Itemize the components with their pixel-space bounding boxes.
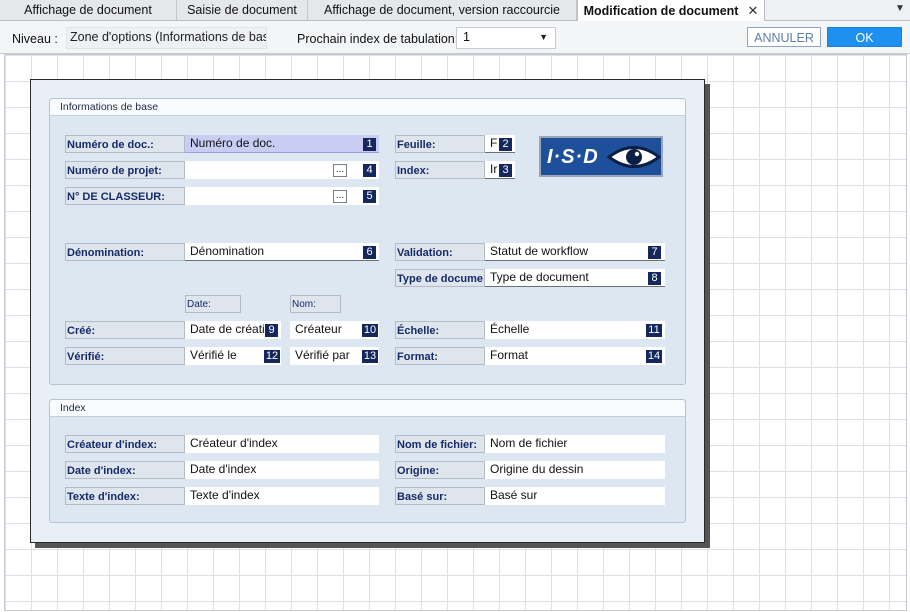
echelle-label: Échelle: <box>395 321 485 339</box>
tab-affichage-document[interactable]: Affichage de document <box>0 0 177 20</box>
isd-logo: I·S·D <box>539 136 663 177</box>
ok-button[interactable]: OK <box>827 27 902 47</box>
niveau-field[interactable]: Zone d'options (Informations de bas <box>66 27 267 49</box>
origine-field[interactable]: Origine du dessin <box>485 461 665 479</box>
texte-index-field[interactable]: Texte d'index <box>185 487 379 505</box>
tab-index-badge: 2 <box>499 138 512 151</box>
document-tab-bar: Affichage de document Saisie de document… <box>0 0 910 21</box>
eye-icon <box>607 146 661 168</box>
toolbar: Niveau : Zone d'options (Informations de… <box>0 21 910 54</box>
base-sur-label: Basé sur: <box>395 487 485 505</box>
tab-index-badge: 8 <box>648 272 661 285</box>
tab-index-badge: 5 <box>363 190 376 203</box>
tab-index-label: Prochain index de tabulation: <box>297 32 459 46</box>
type-document-label: Type de docume <box>395 269 485 287</box>
nom-fichier-label: Nom de fichier: <box>395 435 485 453</box>
classeur-field[interactable] <box>185 187 379 205</box>
tab-index-badge: 1 <box>363 138 376 151</box>
date-index-field[interactable]: Date d'index <box>185 461 379 479</box>
cancel-button[interactable]: ANNULER <box>747 27 821 47</box>
tab-index-badge: 13 <box>362 350 378 363</box>
date-column-header: Date: <box>185 295 241 313</box>
tab-index-badge: 4 <box>363 164 376 177</box>
nom-fichier-field[interactable]: Nom de fichier <box>485 435 665 453</box>
browse-button[interactable]: ... <box>333 164 347 177</box>
nom-column-header: Nom: <box>290 295 341 313</box>
feuille-label: Feuille: <box>395 135 485 153</box>
tab-index-badge: 12 <box>264 350 280 363</box>
tab-saisie-document[interactable]: Saisie de document <box>177 0 308 20</box>
tab-index-badge: 9 <box>265 324 278 337</box>
denomination-field[interactable]: Dénomination <box>185 243 379 261</box>
createur-index-field[interactable]: Créateur d'index <box>185 435 379 453</box>
numero-doc-label: Numéro de doc.: <box>65 135 185 153</box>
tab-index-badge: 6 <box>363 246 376 259</box>
base-sur-field[interactable]: Basé sur <box>485 487 665 505</box>
createur-index-label: Créateur d'index: <box>65 435 185 453</box>
tab-label: Affichage de document, version raccourci… <box>323 3 560 17</box>
chevron-down-icon: ▼ <box>539 32 548 42</box>
tab-index-badge: 3 <box>499 164 512 177</box>
format-field[interactable]: Format <box>485 347 665 365</box>
logo-text: I·S·D <box>547 146 599 168</box>
niveau-label: Niveau : <box>12 32 58 46</box>
verifie-label: Vérifié: <box>65 347 185 365</box>
cree-label: Créé: <box>65 321 185 339</box>
tab-index-select[interactable]: 1 ▼ <box>456 27 556 49</box>
validation-label: Validation: <box>395 243 485 261</box>
tab-index-badge: 11 <box>646 324 662 337</box>
close-icon[interactable]: ✕ <box>747 3 758 19</box>
date-index-label: Date d'index: <box>65 461 185 479</box>
tab-index-badge: 10 <box>362 324 378 337</box>
numero-doc-field[interactable]: Numéro de doc. <box>185 135 379 153</box>
denomination-label: Dénomination: <box>65 243 185 261</box>
tab-index-badge: 14 <box>646 350 662 363</box>
index-label: Index: <box>395 161 485 179</box>
echelle-field[interactable]: Échelle <box>485 321 665 339</box>
tab-label: Saisie de document <box>187 3 297 17</box>
numero-projet-label: Numéro de projet: <box>65 161 185 179</box>
tab-label: Modification de document <box>583 3 739 18</box>
section-title: Informations de base <box>50 99 685 116</box>
type-document-field[interactable]: Type de document <box>485 269 665 287</box>
format-label: Format: <box>395 347 485 365</box>
classeur-label: N° DE CLASSEUR: <box>65 187 185 205</box>
tab-index-badge: 7 <box>648 246 661 259</box>
section-title: Index <box>50 400 685 417</box>
tab-label: Affichage de document <box>24 3 152 17</box>
numero-projet-field[interactable] <box>185 161 379 179</box>
tab-index-value: 1 <box>463 30 470 44</box>
tab-list-menu-icon[interactable]: ▼ <box>894 1 906 17</box>
tab-affichage-raccourcie[interactable]: Affichage de document, version raccourci… <box>308 0 577 20</box>
validation-field[interactable]: Statut de workflow <box>485 243 665 261</box>
document-form[interactable]: Informations de base Numéro de doc.: Num… <box>30 79 705 543</box>
texte-index-label: Texte d'index: <box>65 487 185 505</box>
browse-button[interactable]: ... <box>333 190 347 203</box>
origine-label: Origine: <box>395 461 485 479</box>
tab-modification-document[interactable]: Modification de document ✕ <box>577 0 765 21</box>
